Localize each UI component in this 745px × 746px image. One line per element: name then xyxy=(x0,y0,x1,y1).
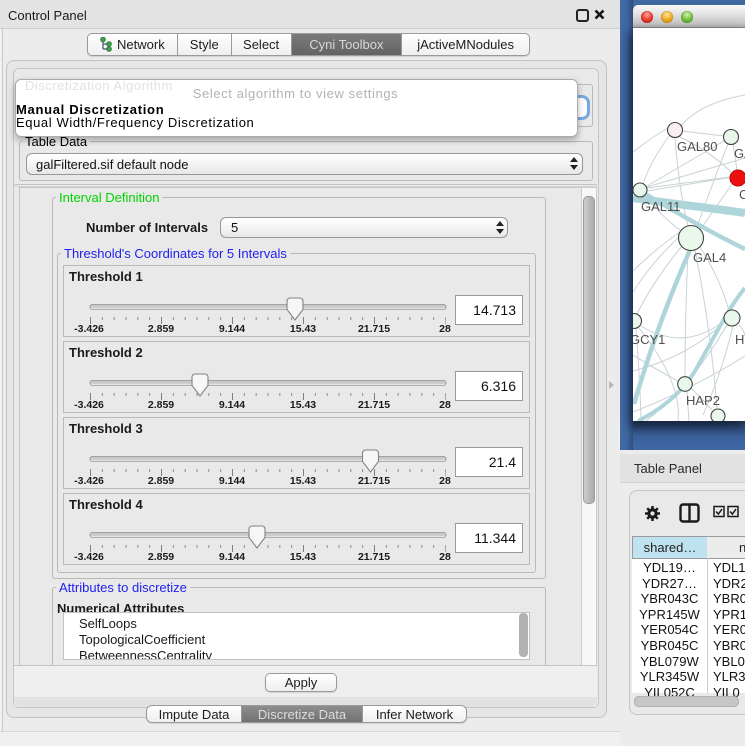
svg-text:GAL4: GAL4 xyxy=(693,250,726,265)
svg-text:28: 28 xyxy=(439,475,451,487)
svg-text:15.43: 15.43 xyxy=(290,475,316,487)
svg-text:-3.426: -3.426 xyxy=(74,551,104,563)
svg-text:2.859: 2.859 xyxy=(148,323,174,335)
svg-text:2.859: 2.859 xyxy=(148,551,174,563)
svg-text:GCY1: GCY1 xyxy=(633,332,665,347)
svg-text:21.715: 21.715 xyxy=(358,399,390,411)
svg-text:15.43: 15.43 xyxy=(290,551,316,563)
svg-text:GAL11: GAL11 xyxy=(641,199,681,214)
svg-text:9.144: 9.144 xyxy=(219,551,245,563)
svg-text:15.43: 15.43 xyxy=(290,399,316,411)
svg-text:2.859: 2.859 xyxy=(148,399,174,411)
svg-text:28: 28 xyxy=(439,399,451,411)
svg-text:15.43: 15.43 xyxy=(290,323,316,335)
svg-text:21.715: 21.715 xyxy=(358,323,390,335)
svg-text:-3.426: -3.426 xyxy=(74,323,104,335)
svg-text:C: C xyxy=(739,187,745,202)
svg-text:28: 28 xyxy=(439,323,451,335)
svg-text:28: 28 xyxy=(439,551,451,563)
svg-text:H: H xyxy=(735,332,744,347)
svg-text:HAP2: HAP2 xyxy=(686,393,720,408)
svg-text:9.144: 9.144 xyxy=(219,475,245,487)
svg-text:21.715: 21.715 xyxy=(358,551,390,563)
svg-text:2.859: 2.859 xyxy=(148,475,174,487)
svg-text:GAL80: GAL80 xyxy=(677,139,717,154)
svg-text:21.715: 21.715 xyxy=(358,475,390,487)
svg-text:-3.426: -3.426 xyxy=(74,475,104,487)
svg-text:-3.426: -3.426 xyxy=(74,399,104,411)
svg-text:GA: GA xyxy=(734,146,745,161)
svg-text:9.144: 9.144 xyxy=(219,323,245,335)
svg-text:9.144: 9.144 xyxy=(219,399,245,411)
